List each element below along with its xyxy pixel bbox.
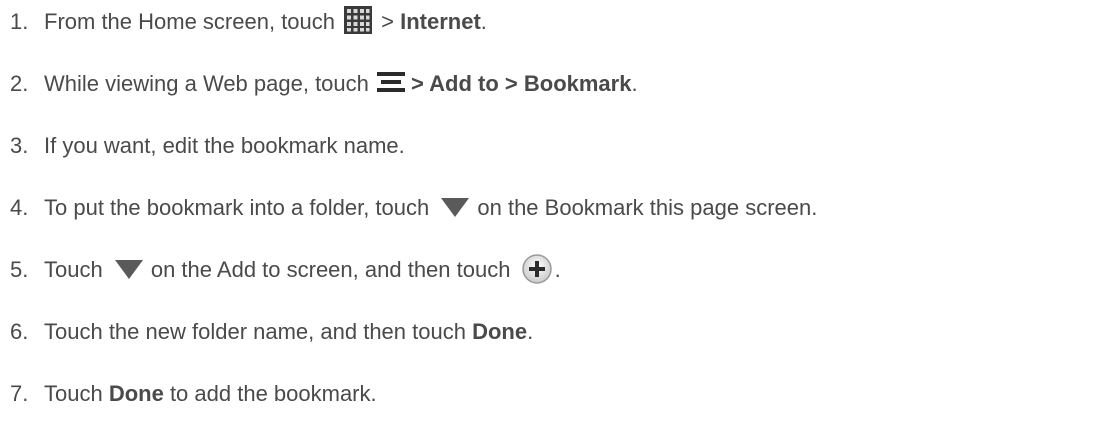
- step-number: 4.: [10, 195, 29, 220]
- step-text: .: [631, 71, 638, 96]
- apps-grid-icon: [344, 6, 373, 35]
- menu-icon: [377, 72, 406, 93]
- step-number: 7.: [10, 381, 29, 406]
- step-text: Touch: [44, 381, 109, 406]
- step-1: 1. From the Home screen, touch > Internet…: [10, 6, 487, 38]
- plus-circle-icon: [521, 254, 552, 284]
- step-text: >: [381, 9, 401, 34]
- step-text: Touch the new folder name, and then touc…: [44, 319, 473, 344]
- step-number: 5.: [10, 257, 29, 282]
- step-text: Touch: [44, 257, 103, 282]
- step-4: 4. To put the bookmark into a folder, tou…: [10, 192, 817, 224]
- step-text: to add the bookmark.: [163, 381, 377, 406]
- done-label: Done: [472, 319, 528, 344]
- step-text: .: [480, 9, 487, 34]
- step-text: To put the bookmark into a folder, touch: [44, 195, 430, 220]
- step-number: 1.: [10, 9, 29, 34]
- step-number: 6.: [10, 319, 29, 344]
- step-text: If you want, edit the bookmark name.: [44, 133, 405, 158]
- step-3: 3. If you want, edit the bookmark name.: [10, 130, 405, 162]
- step-7: 7. Touch Done to add the bookmark.: [10, 378, 377, 410]
- done-label: Done: [108, 381, 164, 406]
- step-5: 5. Touch on the Add to screen, and then t…: [10, 254, 561, 286]
- dropdown-triangle-icon: [114, 260, 143, 280]
- step-2: 2. While viewing a Web page, touch > Add …: [10, 68, 638, 100]
- internet-label: Internet: [400, 9, 481, 34]
- step-text: on the Add to screen, and then touch: [150, 257, 511, 282]
- step-text: .: [554, 257, 561, 282]
- step-number: 2.: [10, 71, 29, 96]
- step-text: on the Bookmark this page screen.: [477, 195, 818, 220]
- add-to-bookmark-path: > Add to > Bookmark: [411, 71, 632, 96]
- step-number: 3.: [10, 133, 29, 158]
- step-6: 6. Touch the new folder name, and then to…: [10, 316, 533, 348]
- dropdown-triangle-icon: [441, 198, 470, 218]
- step-text: While viewing a Web page, touch: [44, 71, 369, 96]
- step-text: .: [527, 319, 534, 344]
- step-text: From the Home screen, touch: [44, 9, 336, 34]
